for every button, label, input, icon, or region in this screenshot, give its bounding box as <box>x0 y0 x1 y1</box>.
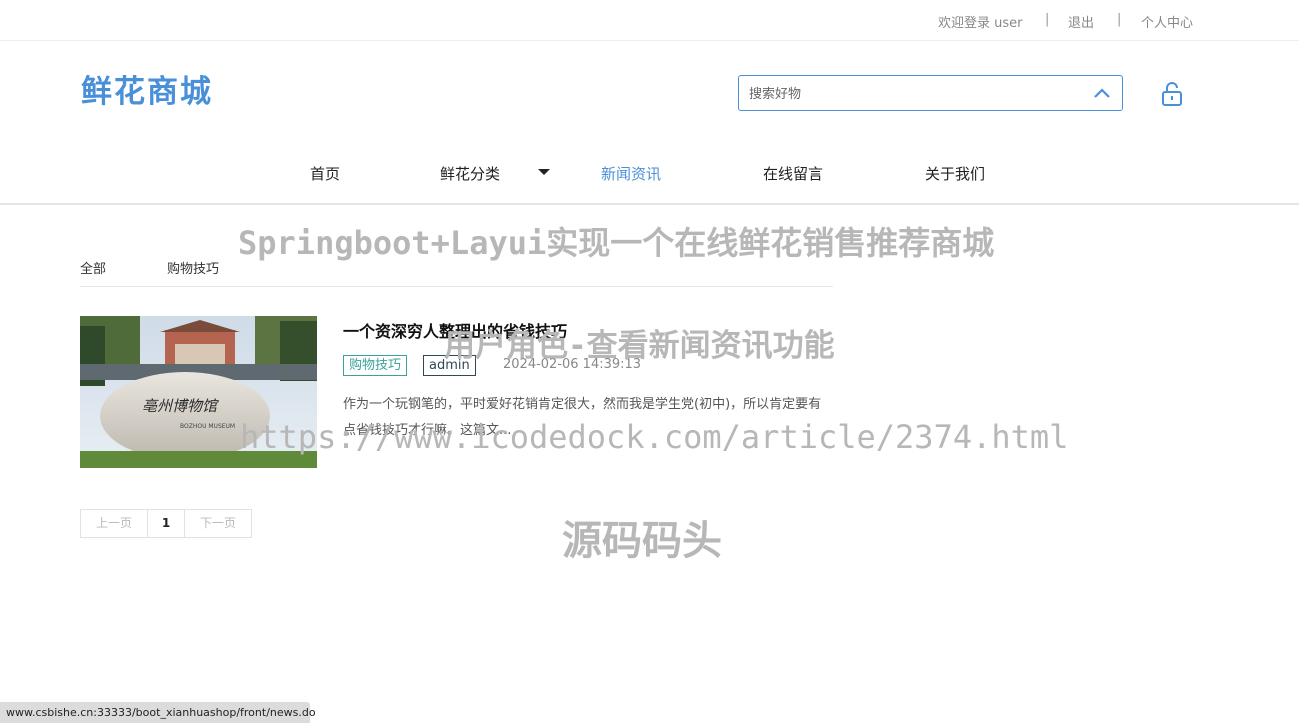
prev-page-button[interactable]: 上一页 <box>81 510 148 537</box>
separator: | <box>1045 12 1050 27</box>
stone-inscription: 亳州博物馆 <box>142 397 219 415</box>
welcome-text: 欢迎登录 user <box>938 16 1023 31</box>
search-box <box>738 75 1123 111</box>
site-logo[interactable]: 鲜花商城 <box>81 66 213 111</box>
caret-down-icon[interactable] <box>538 169 550 175</box>
nav-item-news[interactable]: 新闻资讯 <box>601 163 661 184</box>
search-input[interactable] <box>747 81 1071 107</box>
category-tag: 购物技巧 <box>343 355 408 376</box>
separator: | <box>1117 12 1122 27</box>
nav-item-flower-category[interactable]: 鲜花分类 <box>440 163 500 184</box>
nav-item-home[interactable]: 首页 <box>310 163 340 184</box>
top-bar: 欢迎登录 user | 退出 | 个人中心 <box>0 0 1299 41</box>
stone-subtext: BOZHOU MUSEUM <box>180 423 235 430</box>
watermark-url: https://www.icodedock.com/article/2374.h… <box>240 418 1069 456</box>
nav-item-message[interactable]: 在线留言 <box>763 163 823 184</box>
watermark-brand: 源码码头 <box>562 518 722 564</box>
pagination: 上一页 1 下一页 <box>80 509 252 538</box>
tab-shopping-tips[interactable]: 购物技巧 <box>167 258 219 277</box>
main-nav: 首页 鲜花分类 新闻资讯 在线留言 关于我们 <box>0 140 1299 205</box>
watermark-title: Springboot+Layui实现一个在线鲜花销售推荐商城 <box>238 224 995 262</box>
logout-link[interactable]: 退出 <box>1068 12 1094 31</box>
status-bar-url: www.csbishe.cn:33333/boot_xianhuashop/fr… <box>0 702 316 723</box>
chevron-up-icon[interactable] <box>1092 84 1112 104</box>
current-page[interactable]: 1 <box>148 510 185 537</box>
nav-item-about[interactable]: 关于我们 <box>925 163 985 184</box>
watermark-subtitle: 用户角色-查看新闻资讯功能 <box>444 328 835 364</box>
tab-all[interactable]: 全部 <box>80 258 106 277</box>
unlock-icon[interactable] <box>1159 81 1185 107</box>
next-page-button[interactable]: 下一页 <box>185 510 251 537</box>
profile-link[interactable]: 个人中心 <box>1141 12 1193 31</box>
